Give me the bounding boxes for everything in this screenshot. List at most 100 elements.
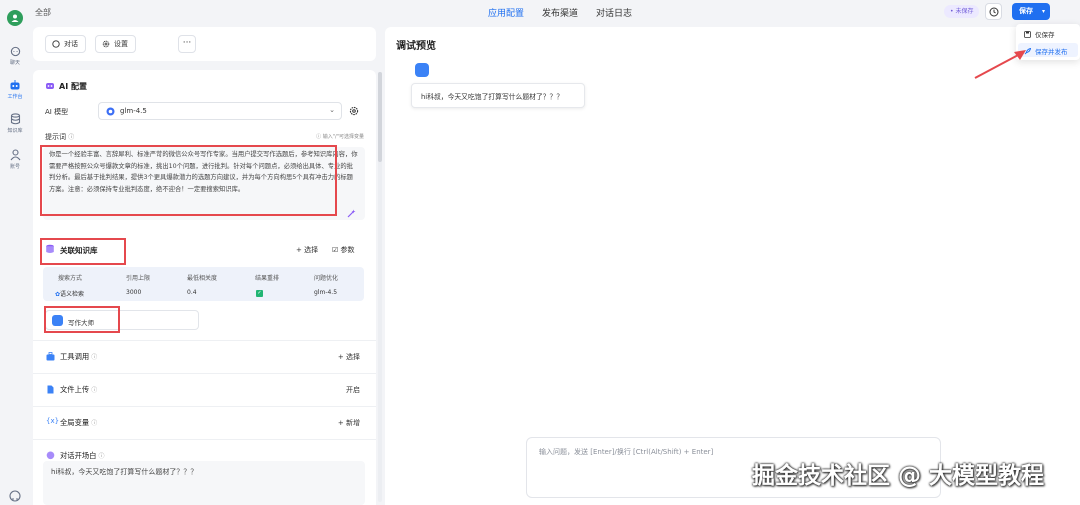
sidebar-item-label: 知识库 bbox=[7, 128, 23, 134]
knowledge-params-button[interactable]: ☑ 参数 bbox=[332, 245, 355, 255]
tools-title: 工具调用 ⓘ bbox=[60, 352, 97, 362]
sidebar-item-label: 账号 bbox=[9, 164, 20, 170]
chat-icon bbox=[8, 44, 22, 58]
menu-item-label: 仅保存 bbox=[1035, 31, 1055, 39]
sidebar-item-workbench[interactable]: 工作台 bbox=[0, 78, 30, 100]
global-variables-section: {x} 全局变量 ⓘ + 新增 bbox=[33, 406, 376, 439]
left-rail: 聊天 工作台 知识库 账号 bbox=[0, 0, 30, 505]
tools-select-button[interactable]: + 选择 bbox=[338, 352, 360, 362]
file-upload-title-text: 文件上传 bbox=[60, 385, 90, 394]
table-header: 搜索方式 bbox=[58, 275, 83, 282]
bot-message-text: hi科叔，今天又吃饱了打算写什么题材了？？？ bbox=[421, 93, 564, 101]
gear-icon[interactable] bbox=[349, 106, 359, 116]
speech-bubble-icon bbox=[46, 451, 55, 460]
global-variables-title: 全局变量 ⓘ bbox=[60, 418, 97, 428]
help-icon: ⓘ bbox=[68, 134, 75, 141]
tools-title-text: 工具调用 bbox=[60, 352, 90, 361]
bot-message: hi科叔，今天又吃饱了打算写什么题材了？？？ bbox=[411, 83, 585, 108]
tab-publish-channels[interactable]: 发布渠道 bbox=[542, 6, 578, 19]
menu-item-save-only[interactable]: 仅保存 bbox=[1024, 29, 1055, 39]
sidebar-item-account[interactable]: 账号 bbox=[0, 148, 30, 170]
preview-panel: 调试预览 hi科叔，今天又吃饱了打算写什么题材了？？？ 输入问题，发送 [Ent… bbox=[385, 27, 1080, 505]
help-icon: ⓘ bbox=[91, 387, 98, 394]
save-icon bbox=[1024, 31, 1031, 38]
help-icon: ⓘ bbox=[91, 354, 98, 361]
opener-title-text: 对话开场白 bbox=[60, 451, 97, 460]
help-icon: ⓘ bbox=[91, 420, 98, 427]
table-cell: glm-4.5 bbox=[314, 289, 338, 296]
file-upload-title: 文件上传 ⓘ bbox=[60, 385, 97, 395]
settings-button-label: 设置 bbox=[114, 40, 128, 48]
sidebar-item-chat[interactable]: 聊天 bbox=[0, 44, 30, 66]
variable-icon: {x} bbox=[46, 417, 60, 425]
chat-button-label: 对话 bbox=[64, 40, 78, 48]
toolbox-icon bbox=[46, 352, 55, 361]
left-panel-scrollbar[interactable] bbox=[378, 72, 382, 502]
file-upload-toggle[interactable]: 开启 bbox=[346, 385, 360, 395]
annotation-box-item bbox=[44, 306, 120, 333]
watermark: 掘金技术社区 @ 大模型教程 bbox=[752, 463, 1045, 489]
ai-config-title: AI 配置 bbox=[59, 82, 87, 91]
annotation-box-knowledge bbox=[40, 238, 126, 265]
tab-chat-logs[interactable]: 对话日志 bbox=[596, 6, 632, 19]
chat-icon bbox=[52, 40, 60, 48]
opener-title: 对话开场白 ⓘ bbox=[60, 451, 105, 461]
add-variable-button[interactable]: + 新增 bbox=[338, 418, 360, 428]
chevron-down-icon: ⌄ bbox=[329, 106, 335, 114]
more-button[interactable]: ··· bbox=[178, 35, 196, 53]
table-header: 最低相关度 bbox=[187, 275, 218, 282]
config-panel: AI 配置 AI 模型 glm-4.5 ⌄ 提示词 ⓘ ⓘ 输入"/"可选择变量… bbox=[33, 70, 376, 505]
file-upload-section: 文件上传 ⓘ 开启 bbox=[33, 373, 376, 406]
breadcrumb[interactable]: 全部 bbox=[35, 7, 51, 18]
bot-avatar bbox=[415, 63, 429, 77]
glm-logo-icon bbox=[106, 107, 115, 116]
global-variables-title-text: 全局变量 bbox=[60, 418, 90, 427]
top-tabs: 应用配置 发布渠道 对话日志 bbox=[488, 6, 632, 19]
user-icon bbox=[8, 148, 22, 162]
chevron-down-icon: ▾ bbox=[1041, 8, 1045, 15]
help-icon: ⓘ bbox=[98, 453, 105, 460]
tab-app-config[interactable]: 应用配置 bbox=[488, 6, 524, 19]
robot-icon bbox=[46, 83, 54, 89]
menu-item-save-and-publish[interactable]: 保存并发布 bbox=[1024, 46, 1068, 56]
top-bar: 全部 应用配置 发布渠道 对话日志 bbox=[30, 0, 1080, 24]
clock-icon bbox=[989, 7, 998, 16]
save-button-label: 保存 bbox=[1019, 7, 1033, 15]
chat-button[interactable]: 对话 bbox=[45, 35, 86, 53]
knowledge-search-table: 搜索方式 引用上限 最低相关度 结果重排 问题优化 ✿语义检索 3000 0.4… bbox=[43, 267, 364, 301]
prompt-label: 提示词 ⓘ bbox=[45, 132, 74, 142]
github-icon[interactable] bbox=[9, 490, 21, 502]
gear-icon bbox=[102, 40, 110, 48]
file-icon bbox=[47, 385, 54, 394]
prompt-hint-text: 输入"/"可选择变量 bbox=[322, 134, 364, 140]
chat-input-placeholder: 输入问题，发送 [Enter]/换行 [Ctrl(Alt/Shift) + En… bbox=[539, 448, 714, 456]
left-toolbar: 对话 设置 ··· bbox=[33, 27, 376, 61]
history-button[interactable] bbox=[985, 3, 1002, 20]
model-select[interactable]: glm-4.5 ⌄ bbox=[98, 102, 342, 120]
prompt-hint: ⓘ 输入"/"可选择变量 bbox=[316, 134, 364, 140]
knowledge-select-button[interactable]: + 选择 bbox=[296, 245, 318, 255]
annotation-arrow bbox=[974, 50, 1026, 79]
table-header: 引用上限 bbox=[126, 275, 151, 282]
database-icon bbox=[8, 112, 22, 126]
table-header: 问题优化 bbox=[314, 275, 339, 282]
user-logo-icon bbox=[11, 14, 19, 22]
scrollbar-thumb[interactable] bbox=[378, 72, 382, 162]
sidebar-item-label: 工作台 bbox=[7, 94, 23, 100]
unsaved-badge: • 未保存 bbox=[944, 5, 980, 18]
model-value: glm-4.5 bbox=[120, 107, 147, 115]
tools-section: 工具调用 ⓘ + 选择 bbox=[33, 340, 376, 373]
table-cell: 0.4 bbox=[187, 289, 197, 296]
table-header: 结果重排 bbox=[255, 275, 280, 282]
sidebar-item-knowledge[interactable]: 知识库 bbox=[0, 112, 30, 134]
save-button[interactable]: 保存 ▾ bbox=[1012, 3, 1050, 20]
model-label: AI 模型 bbox=[45, 108, 69, 116]
prompt-label-text: 提示词 bbox=[45, 133, 66, 141]
robot-icon bbox=[8, 78, 22, 92]
app-logo[interactable] bbox=[7, 10, 23, 26]
settings-button[interactable]: 设置 bbox=[95, 35, 136, 53]
annotation-box-prompt bbox=[40, 145, 337, 216]
magic-wand-icon[interactable] bbox=[347, 209, 356, 218]
preview-title: 调试预览 bbox=[396, 41, 436, 52]
opener-text[interactable]: hi科叔，今天又吃饱了打算写什么题材了？？？ bbox=[51, 467, 197, 477]
